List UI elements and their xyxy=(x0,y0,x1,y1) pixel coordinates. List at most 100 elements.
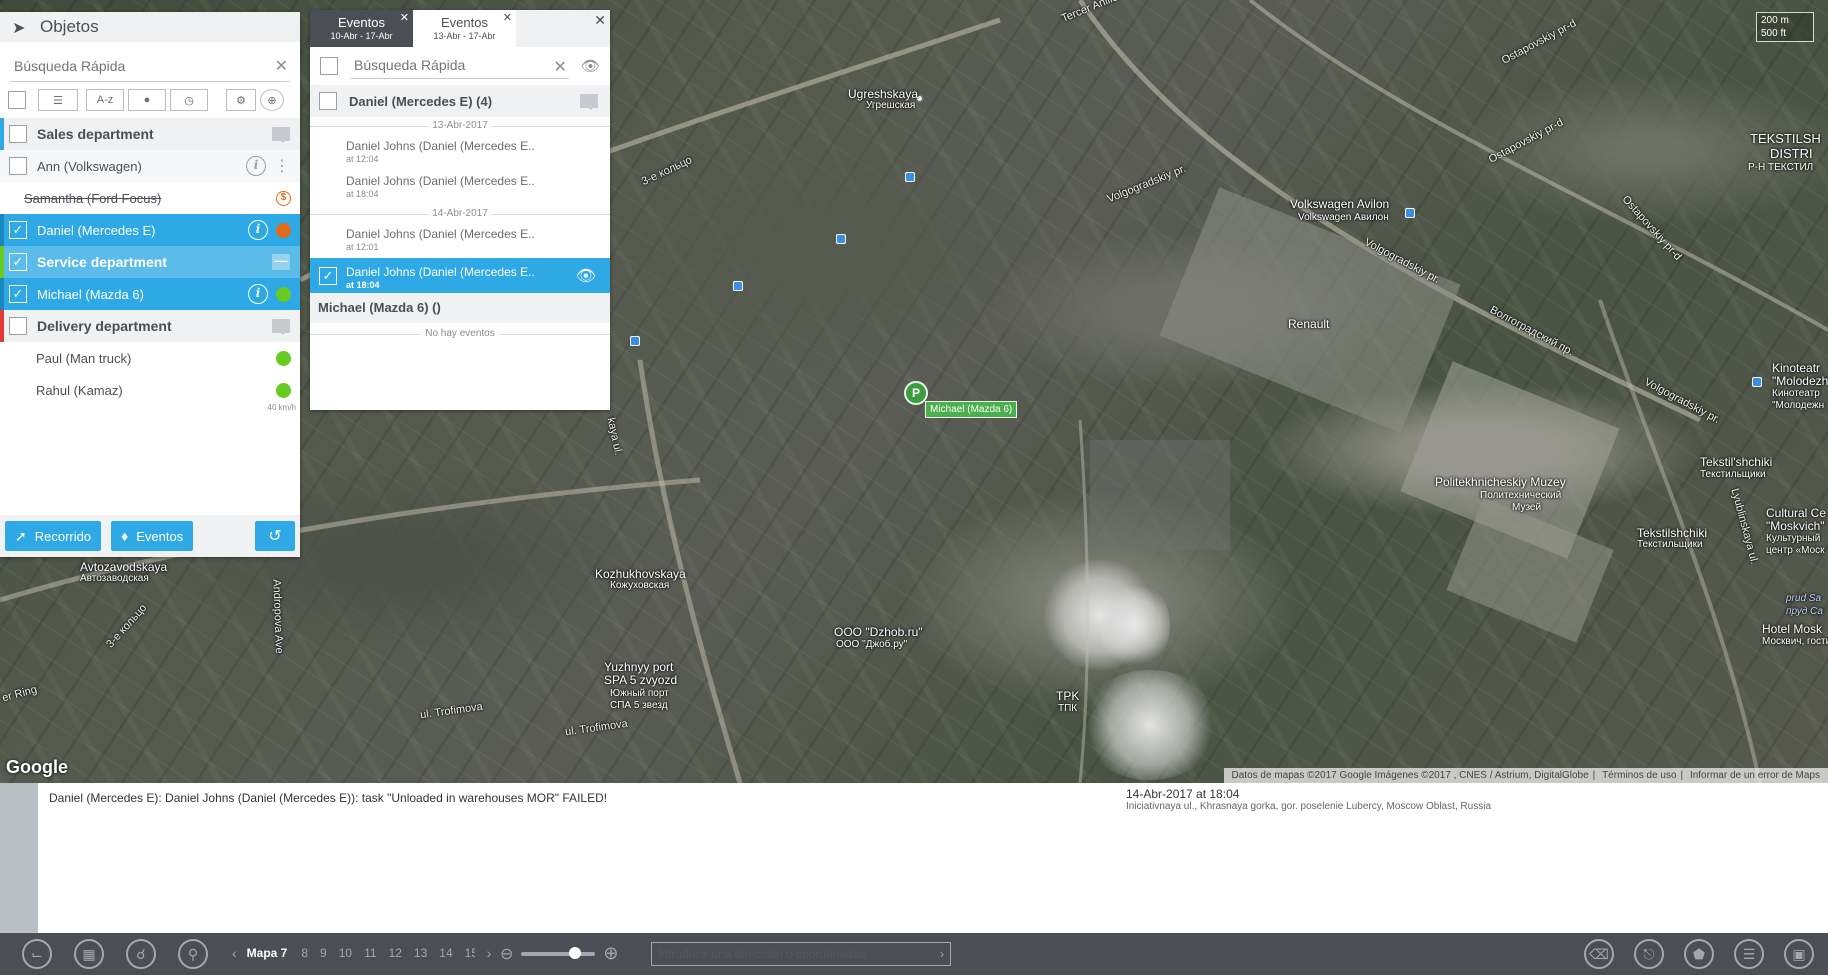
locate-button[interactable]: ⊕ xyxy=(260,89,284,111)
clear-search-icon[interactable]: ✕ xyxy=(554,57,567,77)
status-dot xyxy=(276,286,291,302)
event-item[interactable]: Daniel Johns (Daniel (Mercedes E.. at 12… xyxy=(310,223,610,258)
event-checkbox[interactable]: ✓ xyxy=(319,266,337,285)
zoom-in-icon[interactable]: ⊕ xyxy=(603,943,618,964)
eraser-icon[interactable]: ⌫ xyxy=(1584,939,1614,969)
zoom-slider-handle[interactable] xyxy=(569,946,582,959)
vehicle-marker-label[interactable]: Michael (Mazda 6) xyxy=(925,401,1018,418)
close-panel-icon[interactable]: ✕ xyxy=(594,12,606,29)
map-label: Кожуховская xyxy=(610,580,670,591)
event-item[interactable]: Daniel Johns (Daniel (Mercedes E.. at 18… xyxy=(310,170,610,205)
event-item[interactable]: Daniel Johns (Daniel (Mercedes E.. at 12… xyxy=(310,135,610,170)
object-row-michael[interactable]: ✓ Michael (Mazda 6) i xyxy=(0,278,300,310)
object-row-rahul[interactable]: Rahul (Kamaz) 40 km/h xyxy=(0,374,300,412)
event-time: at 18:04 xyxy=(346,280,380,290)
group-row-sales[interactable]: Sales department xyxy=(0,118,300,150)
select-all-checkbox[interactable] xyxy=(8,91,26,109)
object-row-ann[interactable]: Ann (Volkswagen) i ⋮ xyxy=(0,150,300,182)
current-map-label[interactable]: Mapa 7 xyxy=(247,946,288,960)
poi-icon xyxy=(1405,208,1415,218)
group-row-delivery[interactable]: Delivery department xyxy=(0,310,300,342)
layers-icon[interactable]: ☰ xyxy=(1734,939,1764,969)
history-button[interactable]: ↺ xyxy=(255,521,295,551)
events-search-input[interactable] xyxy=(350,53,569,77)
chevron-left-icon[interactable]: ‹ xyxy=(232,945,237,961)
event-group-daniel[interactable]: Daniel (Mercedes E) (4) xyxy=(310,85,610,117)
comment-icon[interactable] xyxy=(272,127,290,143)
object-row-paul[interactable]: Paul (Man truck) xyxy=(0,342,300,374)
address-search-input[interactable]: Introducir una dirección o coordenadas › xyxy=(651,942,951,966)
tab-title: Eventos xyxy=(441,15,488,30)
traffic-light-icon[interactable]: ▦ xyxy=(74,939,104,969)
map-page[interactable]: 8 xyxy=(301,946,308,960)
report-error-link[interactable]: Informar de un error de Maps xyxy=(1690,770,1820,781)
fullscreen-icon[interactable]: ▣ xyxy=(1784,939,1814,969)
share-icon[interactable]: ☌ xyxy=(126,939,156,969)
select-all-checkbox[interactable] xyxy=(320,57,338,75)
object-row-daniel[interactable]: ✓ Daniel (Mercedes E) i xyxy=(0,214,300,246)
map-page[interactable]: 9 xyxy=(320,946,327,960)
filter-speed-button[interactable]: ◷ xyxy=(170,89,208,111)
chevron-right-icon[interactable]: › xyxy=(487,945,492,961)
objects-search-input[interactable] xyxy=(10,52,290,80)
eye-icon[interactable]: 👁 xyxy=(576,266,596,286)
close-tab-icon[interactable]: ✕ xyxy=(503,11,512,24)
terms-link[interactable]: Términos de uso xyxy=(1602,770,1676,781)
status-dot xyxy=(276,350,291,366)
tab-events-1[interactable]: Eventos 10-Abr - 17-Abr ✕ xyxy=(310,10,413,47)
list-view-button[interactable]: ☰ xyxy=(38,89,78,111)
geofence-icon[interactable]: ⎋ xyxy=(1634,939,1664,969)
map-page[interactable]: 14 xyxy=(439,946,452,960)
collapse-icon[interactable]: — xyxy=(272,254,290,270)
dot-icon: ● xyxy=(143,94,151,106)
map-label: Politekhnicheskiy Muzey xyxy=(1435,475,1566,489)
eye-icon[interactable]: 👁 xyxy=(581,57,600,75)
clear-search-icon[interactable]: ✕ xyxy=(275,56,288,76)
location-pin-icon[interactable]: ⚲ xyxy=(178,939,208,969)
map-page[interactable]: 10 xyxy=(339,946,352,960)
map-page[interactable]: 11 xyxy=(364,946,376,960)
ruler-icon[interactable]: ⌙ xyxy=(22,939,52,969)
info-icon[interactable]: i xyxy=(248,284,268,304)
event-item-selected[interactable]: ✓ Daniel Johns (Daniel (Mercedes E.. at … xyxy=(310,258,610,293)
map-scale: 200 m 500 ft xyxy=(1756,12,1814,42)
map-page[interactable]: 15 xyxy=(465,946,475,960)
zoom-out-icon[interactable]: ⊖ xyxy=(500,944,513,964)
sort-az-button[interactable]: A-z xyxy=(86,89,124,111)
object-checkbox[interactable]: ✓ xyxy=(9,285,27,303)
chevron-right-icon[interactable]: › xyxy=(940,943,944,965)
group-checkbox[interactable] xyxy=(9,125,27,143)
tab-events-2[interactable]: Eventos 13-Abr - 17-Abr ✕ xyxy=(413,10,516,47)
info-icon[interactable]: i xyxy=(246,156,266,176)
polygon-icon[interactable]: ⬟ xyxy=(1684,939,1714,969)
crosshair-icon: ⊕ xyxy=(267,94,277,107)
object-label: Michael (Mazda 6) xyxy=(37,286,144,302)
map-label: TPK xyxy=(1056,689,1080,703)
zoom-slider[interactable] xyxy=(521,946,596,959)
info-icon[interactable]: i xyxy=(248,220,268,240)
more-options-icon[interactable]: ⋮ xyxy=(274,156,290,176)
group-row-service[interactable]: ✓ Service department — xyxy=(0,246,300,278)
comment-icon[interactable] xyxy=(272,319,290,335)
events-button[interactable]: ♦ Eventos xyxy=(111,521,194,551)
settings-button[interactable]: ⚙ xyxy=(226,89,256,111)
route-button[interactable]: ➚ Recorrido xyxy=(5,521,102,551)
map-label: Культурный xyxy=(1766,533,1821,544)
object-checkbox[interactable]: ✓ xyxy=(9,221,27,239)
event-group-michael[interactable]: Michael (Mazda 6) () xyxy=(310,293,610,323)
object-checkbox[interactable] xyxy=(9,157,27,175)
group-checkbox[interactable]: ✓ xyxy=(9,253,27,271)
filter-status-button[interactable]: ● xyxy=(128,89,166,111)
date-separator: 13-Abr-2017 xyxy=(310,117,610,135)
group-checkbox[interactable] xyxy=(319,92,337,110)
close-tab-icon[interactable]: ✕ xyxy=(400,11,409,24)
map-label: центр «Моск xyxy=(1766,545,1825,556)
map-page[interactable]: 12 xyxy=(389,946,402,960)
group-checkbox[interactable] xyxy=(9,317,27,335)
poi-icon xyxy=(630,336,640,346)
object-row-samantha[interactable]: Samantha (Ford Focus) $ xyxy=(0,182,300,214)
tab-range: 10-Abr - 17-Abr xyxy=(330,31,393,41)
comment-icon[interactable] xyxy=(580,94,598,110)
events-search-box: ✕ xyxy=(350,53,569,79)
map-page[interactable]: 13 xyxy=(414,946,427,960)
